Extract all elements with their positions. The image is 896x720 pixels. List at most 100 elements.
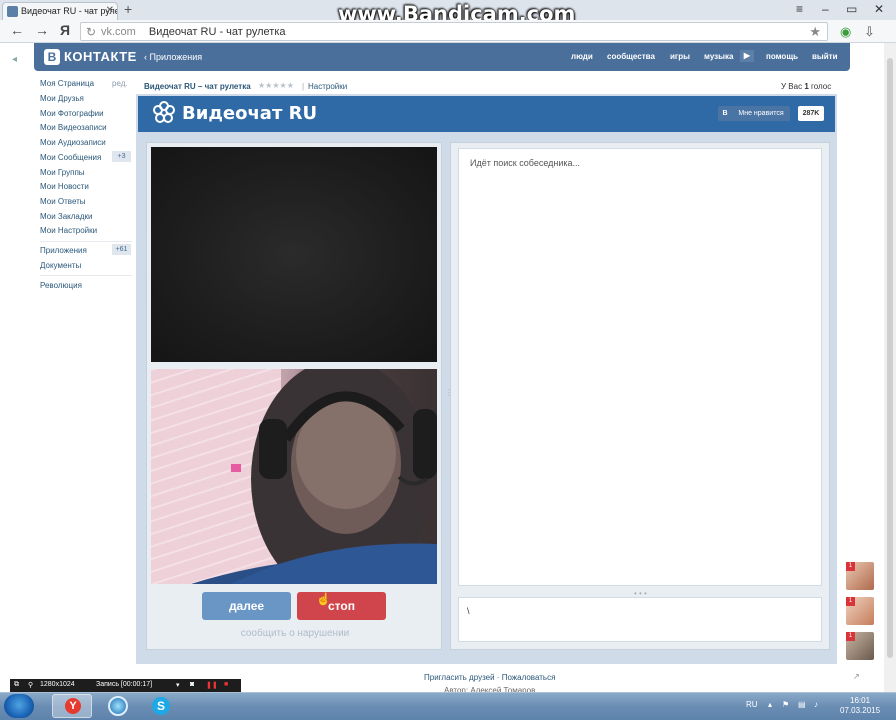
like-button[interactable]: Мне нравится [732,106,790,121]
shield-icon[interactable]: ◉ [840,24,851,40]
vk-logo-text[interactable]: КОНТАКТЕ [64,49,137,64]
tray-expand-icon[interactable]: ▴ [768,700,772,709]
votes-prefix: У Вас [781,82,805,91]
bandicam-dropdown-icon[interactable]: ▾ [176,681,180,689]
menu-my-audio[interactable]: Мои Аудиозаписи [40,138,106,147]
menu-my-bookmarks[interactable]: Мои Закладки [40,212,93,221]
chat-log [458,148,822,586]
notification-badge: 1 [846,632,855,641]
notification-badge: 1 [846,562,855,571]
clock-time: 16:01 [850,696,871,705]
menu-my-groups[interactable]: Мои Группы [40,168,85,177]
taskbar-yandex-browser[interactable]: Y [52,694,92,718]
tab-title: Видеочат RU - чат рулетка [21,6,117,16]
report-violation-link[interactable]: сообщить о нарушении [148,628,442,639]
bandicam-recording-time: Запись [00:00:17] [96,681,153,688]
menu-my-page[interactable]: Моя Страница [40,79,94,88]
stranger-video [151,147,437,362]
language-indicator[interactable]: RU [746,700,758,709]
invite-friends-link[interactable]: Пригласить друзей [424,673,495,682]
stop-button[interactable]: стоп [297,592,386,620]
self-camera-image [151,369,437,584]
apps-badge: +61 [112,244,131,255]
network-icon[interactable]: ▤ [798,700,806,709]
votes-suffix: голос [808,82,832,91]
address-title: Видеочат RU - чат рулетка [148,26,286,38]
address-bar[interactable]: ↻ vk.com Видеочат RU - чат рулетка ★ [80,22,828,41]
menu-my-videos[interactable]: Мои Видеозаписи [40,123,107,132]
maximize-icon[interactable]: ▭ [846,2,857,16]
like-vk-icon[interactable]: В [718,106,732,121]
notifications-more-icon[interactable]: ↗ [853,672,860,681]
bandicam-stop-icon[interactable]: ■ [224,681,228,688]
app-settings-link[interactable]: Настройки [308,82,347,91]
menu-divider [40,275,132,276]
menu-revolution[interactable]: Революция [40,281,82,290]
apps-back-link[interactable]: ‹ Приложения [144,52,202,62]
vk-header: В КОНТАКТЕ ‹ Приложения люди сообщества … [34,43,850,71]
taskbar-skype[interactable]: S [142,694,182,718]
menu-apps[interactable]: Приложения [40,246,87,255]
vk-logo-icon[interactable]: В [44,49,60,65]
bandicam-camera-icon[interactable]: ◙ [190,681,194,688]
bandicam-pause-icon[interactable]: ❚❚ [206,681,218,689]
window-controls: ≡ – ▭ ✕ [792,0,896,20]
address-domain: vk.com [101,26,136,38]
menu-my-photos[interactable]: Мои Фотографии [40,109,104,118]
menu-documents[interactable]: Документы [40,261,81,270]
tab-close-icon[interactable]: ✕ [106,5,114,16]
yandex-icon[interactable]: Я [60,22,70,38]
nav-logout[interactable]: выйти [812,52,838,61]
complain-link[interactable]: Пожаловаться [502,673,556,682]
sidebar-back-icon[interactable]: ◂ [12,54,17,65]
bandicam-bar: ⧉ ⚲ 1280x1024 Запись [00:00:17] ▾ ◙ ❚❚ ■ [10,679,241,692]
menu-my-settings[interactable]: Мои Настройки [40,226,97,235]
menu-my-answers[interactable]: Мои Ответы [40,197,86,206]
flag-icon[interactable]: ⚑ [782,700,789,709]
clock-date: 07.03.2015 [840,706,881,715]
self-video [151,369,437,584]
nav-games[interactable]: игры [670,52,690,61]
app-flower-logo-icon [153,101,175,123]
nav-communities[interactable]: сообщества [607,52,655,61]
app-title-link[interactable]: Видеочат RU – чат рулетка [144,82,251,91]
globe-app-icon [108,696,128,716]
browser-tab[interactable]: Видеочат RU - чат рулетка ✕ [2,2,118,20]
bandicam-search-icon[interactable]: ⚲ [28,681,33,689]
downloads-icon[interactable]: ⇩ [864,24,875,40]
forward-icon[interactable]: → [35,22,49,38]
like-widget[interactable]: В Мне нравится 287K [718,106,824,121]
bookmark-star-icon[interactable]: ★ [809,24,821,40]
nav-help[interactable]: помощь [766,52,798,61]
start-button-icon[interactable] [4,694,34,718]
bandicam-resolution: 1280x1024 [40,681,75,688]
title-separator: | [302,82,305,91]
nav-music[interactable]: музыка [704,52,733,61]
scrollbar-thumb[interactable] [887,58,893,658]
nav-people[interactable]: люди [571,52,593,61]
menu-icon[interactable]: ≡ [796,2,803,16]
app-banner-title: Видеочат RU [182,103,318,124]
like-count: 287K [798,106,824,121]
next-button[interactable]: далее [202,592,291,620]
rating-stars: ★★★★★ [258,81,294,90]
close-window-icon[interactable]: ✕ [874,2,884,16]
menu-my-messages[interactable]: Мои Сообщения [40,153,101,162]
reload-icon[interactable]: ↻ [86,25,96,39]
volume-icon[interactable]: ♪ [814,700,818,709]
bandicam-window-icon[interactable]: ⧉ [14,681,19,689]
chat-message-input[interactable]: \ [458,597,822,642]
footer-sep: · [494,673,502,682]
minimize-icon[interactable]: – [822,2,829,16]
taskbar-app-2[interactable] [98,694,138,718]
menu-my-friends[interactable]: Мои Друзья [40,94,84,103]
messages-badge: +3 [112,151,131,162]
back-icon[interactable]: ← [10,22,24,38]
menu-my-news[interactable]: Мои Новости [40,182,89,191]
menu-edit-link[interactable]: ред. [112,79,128,88]
footer-links: Пригласить друзей · Пожаловаться [424,673,555,682]
skype-icon: S [152,697,170,715]
music-play-icon[interactable]: ▶ [740,50,754,62]
taskbar-clock[interactable]: 16:01 07.03.2015 [840,696,880,716]
new-tab-button[interactable]: + [124,1,132,17]
